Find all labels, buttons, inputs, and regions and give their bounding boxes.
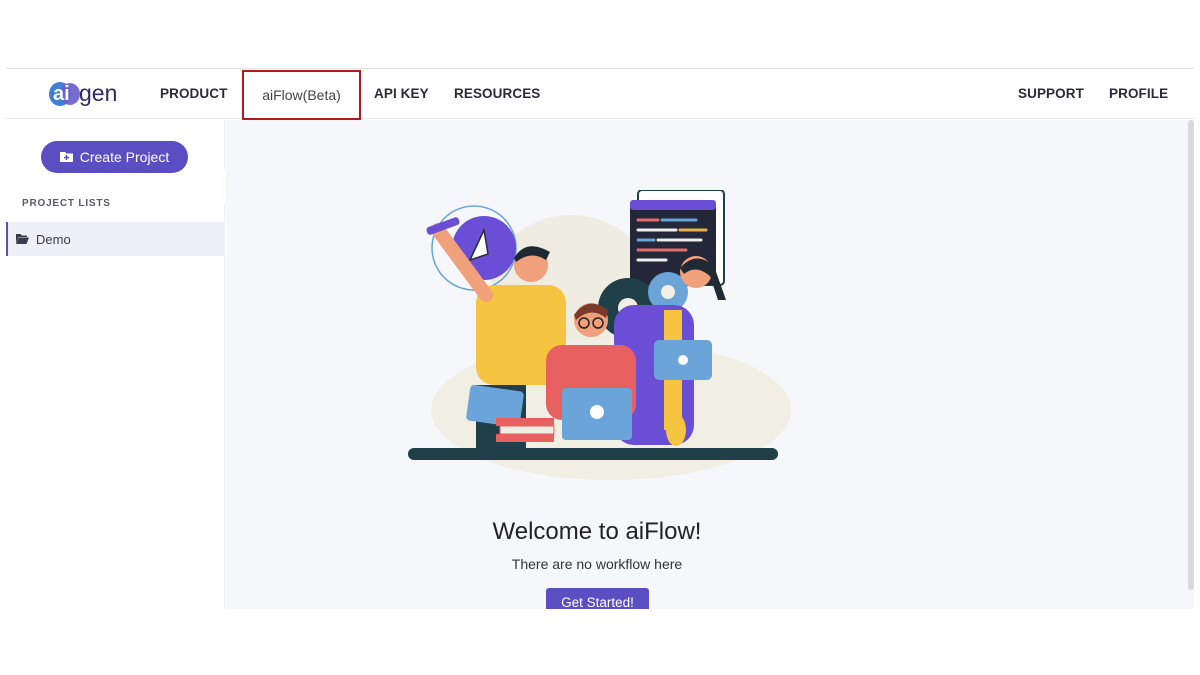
nav-api-key[interactable]: API KEY bbox=[374, 69, 429, 119]
svg-text:ai: ai bbox=[53, 83, 70, 105]
project-lists-heading: PROJECT LISTS bbox=[22, 198, 111, 209]
page-scrollbar[interactable] bbox=[1188, 120, 1194, 590]
empty-state-message: There are no workflow here bbox=[511, 556, 683, 572]
welcome-title: Welcome to aiFlow! bbox=[492, 518, 702, 545]
project-item-label: Demo bbox=[36, 231, 71, 247]
nav-product[interactable]: PRODUCT bbox=[160, 69, 227, 119]
team-illustration bbox=[408, 190, 791, 480]
create-project-label: Create Project bbox=[79, 149, 170, 165]
folder-plus-icon bbox=[59, 149, 73, 165]
nav-aiflow[interactable]: aiFlow(Beta) bbox=[242, 70, 361, 120]
project-item-demo[interactable]: Demo bbox=[6, 222, 225, 256]
folder-open-icon bbox=[16, 232, 29, 247]
top-navbar: ai gen PRODUCT aiFlow(Beta) API KEY RESO… bbox=[6, 69, 1194, 120]
create-project-button[interactable]: Create Project bbox=[41, 141, 188, 173]
svg-text:gen: gen bbox=[79, 80, 117, 106]
aigen-logo[interactable]: ai gen bbox=[48, 77, 128, 111]
nav-profile[interactable]: PROFILE bbox=[1109, 69, 1168, 119]
main-content: Welcome to aiFlow! There are no workflow… bbox=[226, 120, 1194, 609]
nav-support[interactable]: SUPPORT bbox=[1018, 69, 1084, 119]
app-window: ai gen PRODUCT aiFlow(Beta) API KEY RESO… bbox=[6, 68, 1194, 609]
nav-resources[interactable]: RESOURCES bbox=[454, 69, 540, 119]
sidebar: Create Project PROJECT LISTS Demo bbox=[6, 120, 225, 609]
get-started-button[interactable]: Get Started! bbox=[546, 588, 649, 609]
